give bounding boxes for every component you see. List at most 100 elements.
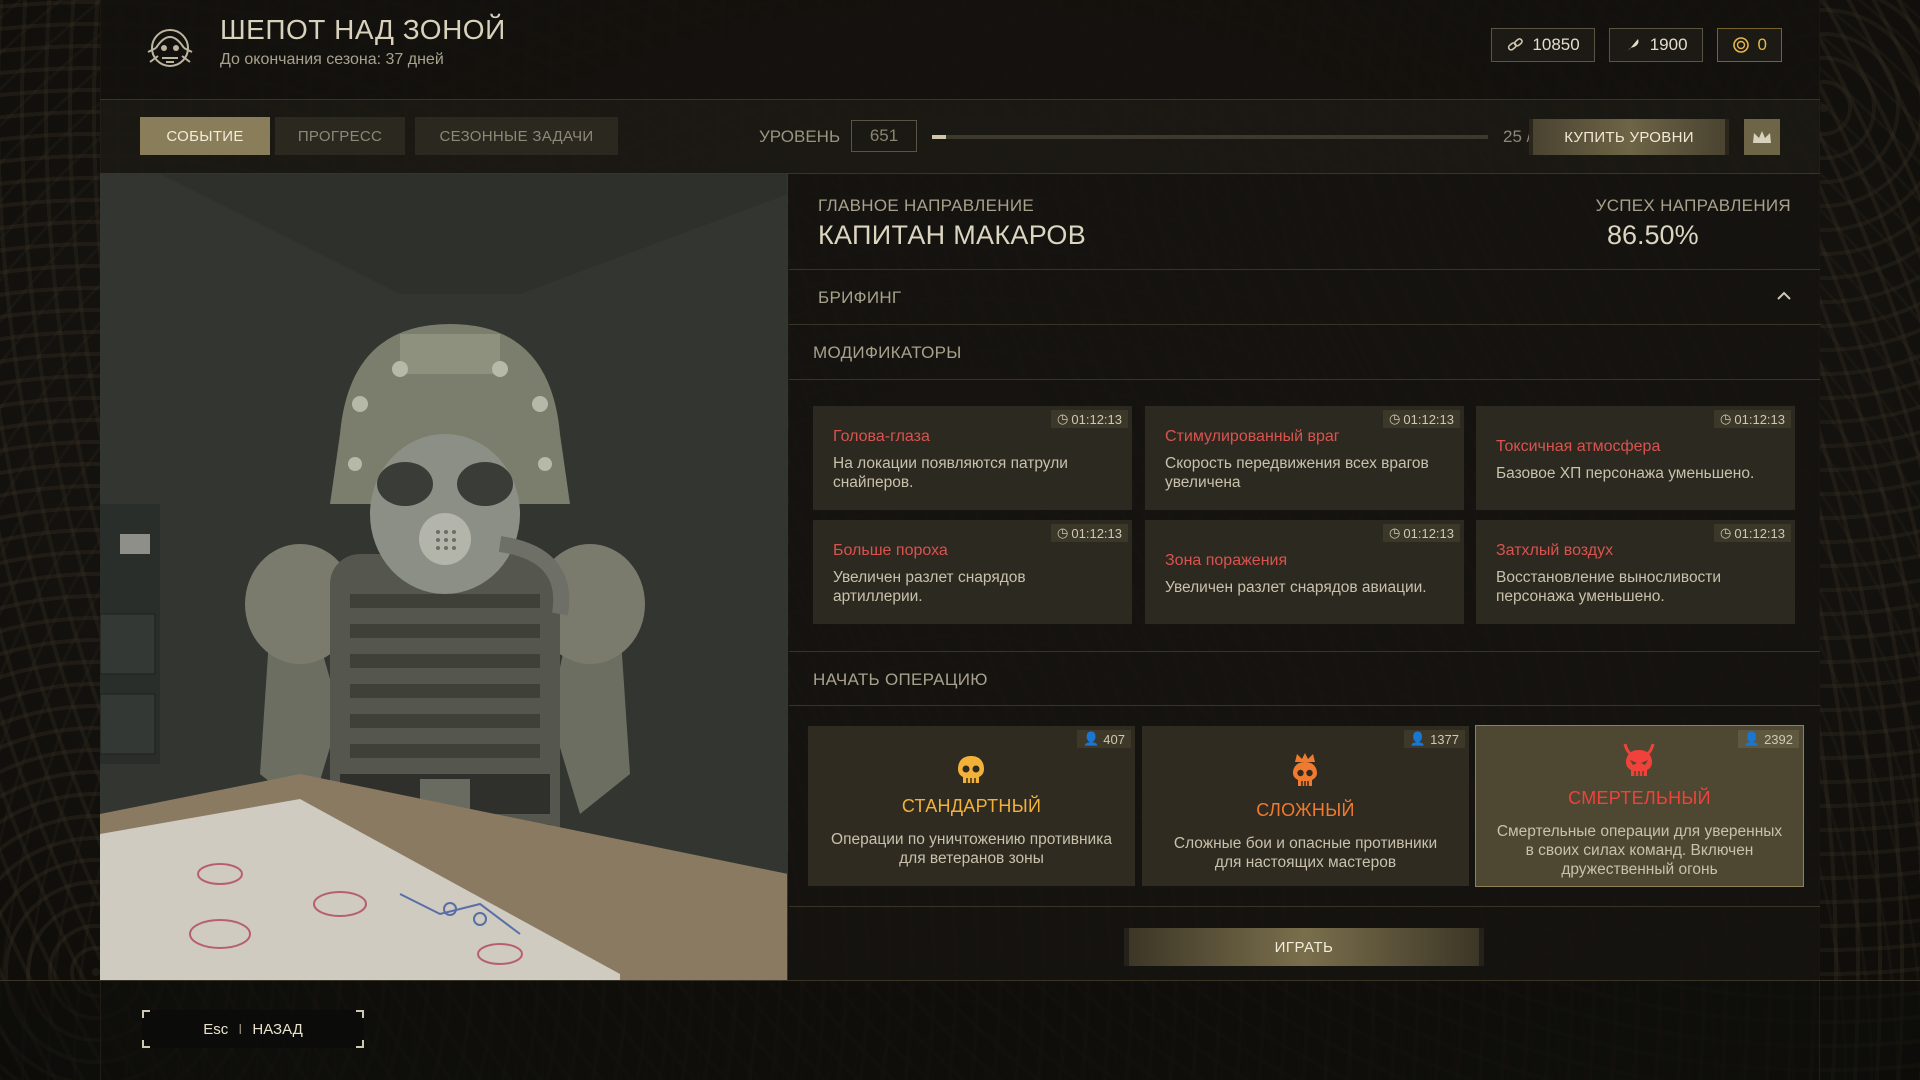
currency-bar: 10850 1900 0	[1491, 28, 1782, 62]
players-count: 👤 1377	[1403, 730, 1465, 748]
modifier-time: 01:12:13	[1734, 525, 1785, 541]
modifier-card[interactable]: ◷ 01:12:13 Стимулированный враг Скорость …	[1145, 406, 1464, 510]
demon-skull-icon	[1623, 743, 1655, 776]
event-content: ГЛАВНОЕ НАПРАВЛЕНИЕ КАПИТАН МАКАРОВ УСПЕ…	[789, 174, 1820, 980]
modifier-title: Затхлый воздух	[1496, 542, 1614, 559]
currency-chain[interactable]: 10850	[1491, 28, 1595, 62]
modifier-time: 01:12:13	[1071, 525, 1122, 541]
currency-gold-value: 0	[1757, 35, 1767, 54]
tab-progress[interactable]: ПРОГРЕСС	[275, 117, 405, 155]
modifier-title: Токсичная атмосфера	[1496, 438, 1661, 455]
back-button[interactable]: Esc I НАЗАД	[142, 1010, 364, 1048]
tab-event[interactable]: СОБЫТИЕ	[140, 117, 270, 155]
clock-icon: ◷	[1057, 525, 1069, 540]
season-countdown: До окончания сезона: 37 дней	[220, 51, 444, 68]
clock-icon: ◷	[1720, 525, 1732, 540]
briefing-label: БРИФИНГ	[818, 288, 902, 307]
mode-card-hard[interactable]: 👤 1377 СЛОЖНЫЙ Сложные бои и опасные прот…	[1142, 726, 1469, 886]
modifier-desc: Восстановление выносливости персонажа ум…	[1496, 569, 1722, 605]
modifier-card[interactable]: ◷ 01:12:13 Токсичная атмосфера Базовое ХП…	[1476, 406, 1795, 510]
modifier-title: Зона поражения	[1165, 552, 1288, 569]
modifier-timer: ◷ 01:12:13	[1714, 524, 1791, 542]
premium-button[interactable]	[1744, 119, 1780, 155]
currency-feather-value: 1900	[1649, 35, 1688, 54]
mode-name: СМЕРТЕЛЬНЫЙ	[1568, 788, 1711, 808]
modifier-card[interactable]: ◷ 01:12:13 Зона поражения Увеличен разлет…	[1145, 520, 1464, 624]
level-label: УРОВЕНЬ	[759, 127, 841, 146]
mode-desc: Сложные бои и опасные противники для нас…	[1173, 835, 1438, 871]
tab-season-tasks[interactable]: СЕЗОННЫЕ ЗАДАЧИ	[415, 117, 618, 155]
modifiers-label: МОДИФИКАТОРЫ	[813, 343, 962, 362]
direction-name: КАПИТАН МАКАРОВ	[818, 220, 1087, 250]
operation-section: НАЧАТЬ ОПЕРАЦИЮ	[789, 651, 1820, 706]
currency-feather[interactable]: 1900	[1608, 28, 1703, 62]
divider	[789, 906, 1820, 907]
modifier-time: 01:12:13	[1734, 411, 1785, 427]
feather-icon	[1627, 39, 1639, 51]
mode-desc: Операции по уничтожению противника для в…	[831, 831, 1112, 867]
play-button[interactable]: ИГРАТЬ	[1124, 928, 1484, 966]
direction-success-value: 86.50%	[1607, 220, 1699, 250]
modifier-desc: На локации появляются патрули снайперов.	[833, 455, 1068, 491]
modifier-title: Стимулированный враг	[1165, 428, 1340, 445]
players-count-value: 407	[1103, 731, 1125, 747]
direction-section: ГЛАВНОЕ НАПРАВЛЕНИЕ КАПИТАН МАКАРОВ УСПЕ…	[789, 174, 1820, 270]
modifier-card[interactable]: ◷ 01:12:13 Больше пороха Увеличен разлет …	[813, 520, 1132, 624]
character-preview	[100, 174, 788, 980]
modifier-desc: Увеличен разлет снарядов артиллерии.	[833, 569, 1026, 605]
players-count: 👤 407	[1077, 730, 1131, 748]
key-separator: I	[238, 1020, 243, 1038]
currency-chain-value: 10850	[1532, 35, 1580, 54]
buy-levels-button[interactable]: КУПИТЬ УРОВНИ	[1529, 119, 1729, 155]
back-label: НАЗАД	[252, 1020, 303, 1038]
modifier-timer: ◷ 01:12:13	[1051, 410, 1128, 428]
mode-card-deadly[interactable]: 👤 2392 СМЕРТЕЛЬНЫЙ Смертельные операции д…	[1475, 725, 1804, 887]
modifier-desc: Скорость передвижения всех врагов увелич…	[1165, 455, 1429, 491]
level-progress-fill	[932, 135, 946, 139]
level-progress-bar	[932, 135, 1488, 139]
season-title: ШЕПОТ НАД ЗОНОЙ	[220, 14, 506, 45]
mode-desc: Смертельные операции для уверенных в сво…	[1496, 823, 1783, 878]
mode-name: СЛОЖНЫЙ	[1256, 800, 1355, 820]
person-icon: 👤	[1409, 731, 1427, 746]
crown-icon	[1753, 131, 1771, 143]
person-icon: 👤	[1743, 731, 1761, 746]
chevron-up-icon[interactable]	[1776, 290, 1792, 302]
character-illustration	[100, 174, 787, 980]
players-count-value: 2392	[1764, 731, 1793, 747]
direction-success-label: УСПЕХ НАПРАВЛЕНИЯ	[1595, 196, 1791, 215]
modifier-card[interactable]: ◷ 01:12:13 Затхлый воздух Восстановление …	[1476, 520, 1795, 624]
modifier-time: 01:12:13	[1403, 525, 1454, 541]
modifier-card[interactable]: ◷ 01:12:13 Голова-глаза На локации появля…	[813, 406, 1132, 510]
clock-icon: ◷	[1389, 525, 1401, 540]
crowned-skull-icon	[1293, 753, 1317, 786]
clock-icon: ◷	[1389, 411, 1401, 426]
esc-key-hint: Esc	[203, 1020, 229, 1038]
briefing-section[interactable]: БРИФИНГ	[789, 270, 1820, 325]
modifier-timer: ◷ 01:12:13	[1714, 410, 1791, 428]
level-value: 651	[851, 120, 917, 152]
clock-icon: ◷	[1057, 411, 1069, 426]
modifier-title: Больше пороха	[833, 542, 948, 559]
person-icon: 👤	[1083, 731, 1100, 746]
modifier-desc: Базовое ХП персонажа уменьшено.	[1496, 465, 1755, 482]
currency-gold[interactable]: 0	[1716, 28, 1782, 62]
clock-icon: ◷	[1720, 411, 1732, 426]
mode-name: СТАНДАРТНЫЙ	[901, 796, 1042, 816]
players-count-value: 1377	[1430, 731, 1459, 747]
modifier-time: 01:12:13	[1403, 411, 1454, 427]
mode-card-standard[interactable]: 👤 407 СТАНДАРТНЫЙ Операции по уничтожению…	[808, 726, 1135, 886]
direction-label: ГЛАВНОЕ НАПРАВЛЕНИЕ	[818, 196, 1035, 215]
players-count: 👤 2392	[1737, 730, 1799, 748]
chain-icon	[1508, 38, 1524, 51]
modifier-desc: Увеличен разлет снарядов авиации.	[1165, 579, 1427, 596]
gold-coin-icon	[1732, 37, 1749, 53]
modifier-timer: ◷ 01:12:13	[1383, 410, 1460, 428]
modifier-time: 01:12:13	[1071, 411, 1122, 427]
modifier-timer: ◷ 01:12:13	[1051, 524, 1128, 542]
modifiers-section: МОДИФИКАТОРЫ	[789, 325, 1820, 380]
operation-label: НАЧАТЬ ОПЕРАЦИЮ	[813, 670, 988, 689]
modifier-title: Голова-глаза	[833, 428, 930, 445]
modifier-timer: ◷ 01:12:13	[1383, 524, 1460, 542]
skull-icon	[958, 756, 984, 783]
